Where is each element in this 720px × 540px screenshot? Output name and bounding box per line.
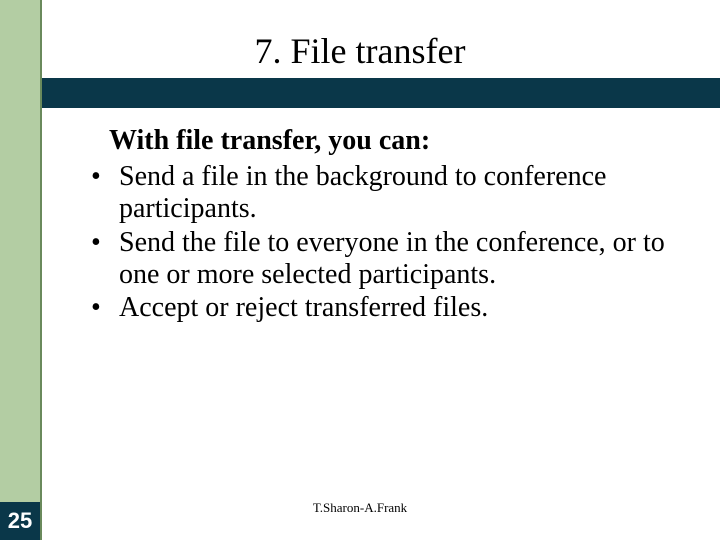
bullet-list: Send a file in the background to confere…: [85, 161, 686, 324]
page-number: 25: [0, 502, 40, 540]
sidebar-accent: [0, 0, 40, 540]
bullet-text: Send a file in the background to confere…: [119, 161, 606, 224]
slide: 7. File transfer With file transfer, you…: [0, 0, 720, 540]
list-item: Send a file in the background to confere…: [85, 161, 686, 225]
lead-text: With file transfer, you can:: [109, 125, 686, 157]
footer-author: T.Sharon-A.Frank: [0, 500, 720, 516]
slide-title: 7. File transfer: [0, 30, 720, 72]
title-underline-band: [42, 78, 720, 108]
list-item: Send the file to everyone in the confere…: [85, 227, 686, 291]
bullet-text: Send the file to everyone in the confere…: [119, 227, 665, 290]
list-item: Accept or reject transferred files.: [85, 292, 686, 324]
bullet-text: Accept or reject transferred files.: [119, 292, 488, 323]
slide-body: With file transfer, you can: Send a file…: [85, 125, 686, 324]
